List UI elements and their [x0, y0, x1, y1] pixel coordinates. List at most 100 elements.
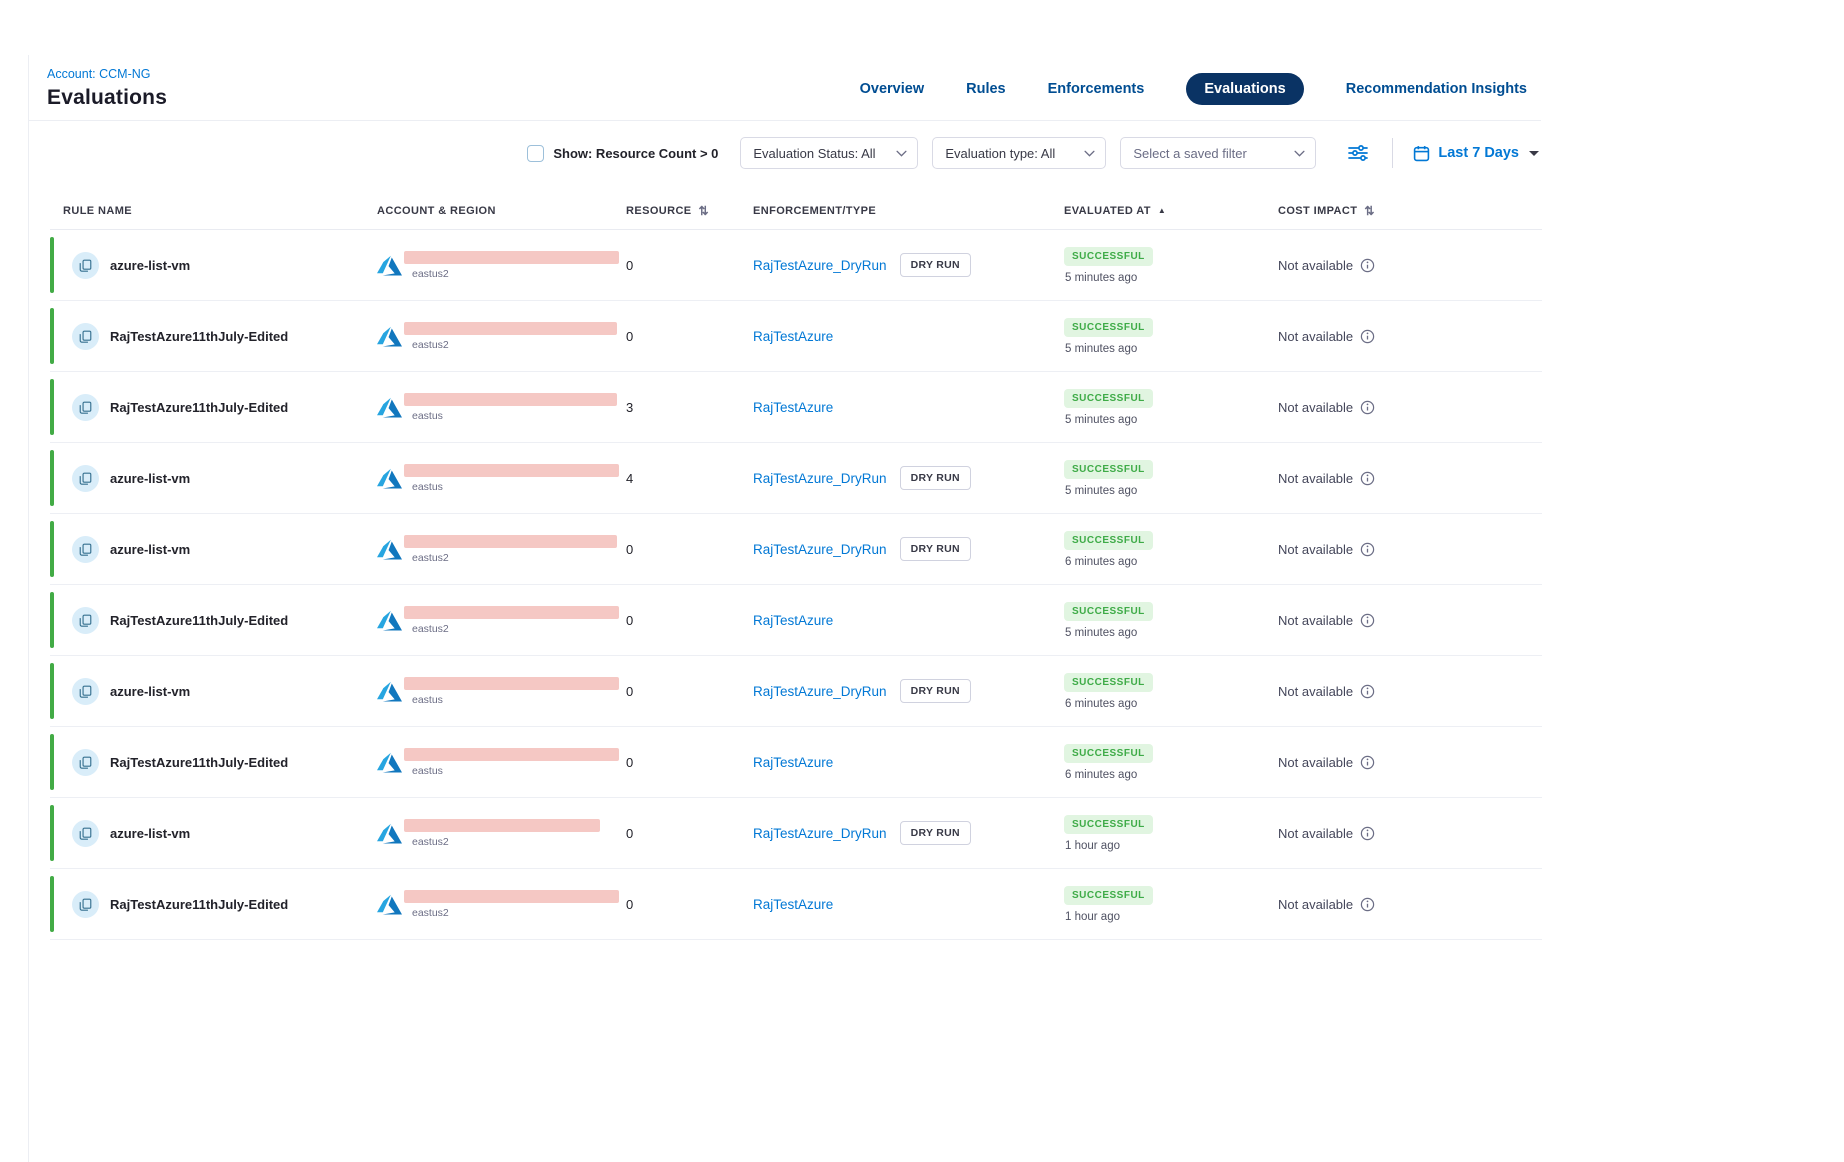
status-badge: SUCCESSFUL	[1064, 602, 1153, 621]
rule-cell: azure-list-vm	[50, 678, 377, 705]
account-region-cell: eastus2	[377, 606, 626, 635]
tab-bar: Overview Rules Enforcements Evaluations Reco…	[860, 73, 1527, 105]
resource-count: 0	[626, 258, 633, 273]
cost-impact-cell: Not available	[1278, 258, 1542, 273]
account-region-cell: eastus	[377, 393, 626, 422]
evaluated-cell: SUCCESSFUL 1 hour ago	[1064, 815, 1278, 852]
evaluated-time: 5 minutes ago	[1064, 272, 1137, 284]
tab-evaluations[interactable]: Evaluations	[1186, 73, 1303, 105]
date-range-picker[interactable]: Last 7 Days	[1413, 145, 1541, 162]
tab-recommendation-insights[interactable]: Recommendation Insights	[1346, 81, 1527, 97]
column-resource[interactable]: RESOURCE⇅	[626, 205, 753, 217]
saved-filter-select[interactable]: Select a saved filter	[1120, 137, 1316, 169]
table-row[interactable]: azure-list-vm eastus2 0 RajTestAzure_Dry…	[50, 514, 1542, 585]
cost-impact: Not available	[1278, 258, 1353, 273]
enforcement-link[interactable]: RajTestAzure_DryRun	[753, 471, 887, 486]
evaluated-time: 6 minutes ago	[1064, 769, 1137, 781]
sort-icon[interactable]: ▲	[1158, 207, 1166, 215]
info-icon[interactable]	[1360, 400, 1375, 415]
account-name-redacted	[404, 535, 617, 548]
account-name-redacted	[404, 251, 619, 264]
filter-settings-button[interactable]	[1344, 141, 1372, 165]
resource-count-checkbox[interactable]	[527, 145, 544, 162]
table-row[interactable]: RajTestAzure11thJuly-Edited eastus2 0 Ra…	[50, 585, 1542, 656]
info-icon[interactable]	[1360, 684, 1375, 699]
info-icon[interactable]	[1360, 258, 1375, 273]
rule-cell: azure-list-vm	[50, 252, 377, 279]
azure-icon	[377, 679, 402, 704]
enforcement-link[interactable]: RajTestAzure	[753, 897, 833, 912]
enforcement-link[interactable]: RajTestAzure	[753, 755, 833, 770]
region-label: eastus2	[412, 623, 619, 635]
region-label: eastus2	[412, 339, 617, 351]
status-accent-bar	[50, 379, 54, 435]
enforcement-link[interactable]: RajTestAzure	[753, 400, 833, 415]
account-breadcrumb[interactable]: Account: CCM-NG	[47, 67, 167, 81]
tab-rules[interactable]: Rules	[966, 81, 1006, 97]
table-row[interactable]: RajTestAzure11thJuly-Edited eastus 3 Raj…	[50, 372, 1542, 443]
chevron-down-icon	[896, 150, 907, 157]
info-icon[interactable]	[1360, 755, 1375, 770]
sort-icon[interactable]: ⇅	[1364, 205, 1374, 217]
rule-cell: RajTestAzure11thJuly-Edited	[50, 607, 377, 634]
account-wrap: eastus2	[404, 251, 619, 280]
info-icon[interactable]	[1360, 826, 1375, 841]
resource-cell: 0	[626, 542, 753, 557]
enforcement-link[interactable]: RajTestAzure_DryRun	[753, 258, 887, 273]
table-row[interactable]: azure-list-vm eastus 4 RajTestAzure_DryR…	[50, 443, 1542, 514]
status-badge: SUCCESSFUL	[1064, 531, 1153, 550]
enforcement-link[interactable]: RajTestAzure_DryRun	[753, 684, 887, 699]
status-accent-bar	[50, 734, 54, 790]
account-wrap: eastus	[404, 393, 617, 422]
status-badge: SUCCESSFUL	[1064, 673, 1153, 692]
enforcement-link[interactable]: RajTestAzure	[753, 329, 833, 344]
rule-cell: RajTestAzure11thJuly-Edited	[50, 749, 377, 776]
column-account-region[interactable]: ACCOUNT & REGION	[377, 205, 626, 217]
column-rule-name[interactable]: RULE NAME	[50, 205, 377, 217]
title-block: Account: CCM-NG Evaluations	[47, 67, 167, 110]
tab-overview[interactable]: Overview	[860, 81, 925, 97]
evaluated-time: 1 hour ago	[1064, 840, 1120, 852]
enforcement-cell: RajTestAzure_DryRun DRY RUN	[753, 821, 1064, 845]
column-enforcement-type[interactable]: ENFORCEMENT/TYPE	[753, 205, 1064, 217]
status-accent-bar	[50, 592, 54, 648]
cost-impact: Not available	[1278, 684, 1353, 699]
enforcement-link[interactable]: RajTestAzure_DryRun	[753, 542, 887, 557]
sort-icon[interactable]: ⇅	[699, 205, 709, 217]
account-name-redacted	[404, 606, 619, 619]
region-label: eastus2	[412, 907, 619, 919]
info-icon[interactable]	[1360, 897, 1375, 912]
account-wrap: eastus2	[404, 890, 619, 919]
table-row[interactable]: azure-list-vm eastus2 0 RajTestAzure_Dry…	[50, 798, 1542, 869]
status-badge: SUCCESSFUL	[1064, 744, 1153, 763]
table-row[interactable]: azure-list-vm eastus2 0 RajTestAzure_Dry…	[50, 230, 1542, 301]
info-icon[interactable]	[1360, 471, 1375, 486]
account-name-redacted	[404, 819, 600, 832]
column-cost-impact[interactable]: COST IMPACT⇅	[1278, 205, 1542, 217]
account-name-redacted	[404, 464, 619, 477]
evaluated-cell: SUCCESSFUL 5 minutes ago	[1064, 460, 1278, 497]
cost-impact: Not available	[1278, 897, 1353, 912]
status-accent-bar	[50, 308, 54, 364]
info-icon[interactable]	[1360, 613, 1375, 628]
evaluations-page: Account: CCM-NG Evaluations Overview Rule…	[0, 0, 1844, 1162]
rule-icon	[72, 607, 99, 634]
table-row[interactable]: RajTestAzure11thJuly-Edited eastus 0 Raj…	[50, 727, 1542, 798]
table-row[interactable]: RajTestAzure11thJuly-Edited eastus2 0 Ra…	[50, 869, 1542, 940]
enforcement-link[interactable]: RajTestAzure_DryRun	[753, 826, 887, 841]
table-row[interactable]: RajTestAzure11thJuly-Edited eastus2 0 Ra…	[50, 301, 1542, 372]
table-row[interactable]: azure-list-vm eastus 0 RajTestAzure_DryR…	[50, 656, 1542, 727]
resource-count-filter[interactable]: Show: Resource Count > 0	[527, 145, 718, 162]
evaluation-status-select[interactable]: Evaluation Status: All	[740, 137, 918, 169]
azure-icon	[377, 750, 402, 775]
info-icon[interactable]	[1360, 329, 1375, 344]
azure-icon	[377, 608, 402, 633]
info-icon[interactable]	[1360, 542, 1375, 557]
rule-icon	[72, 891, 99, 918]
filter-bar: Show: Resource Count > 0 Evaluation Stat…	[29, 137, 1541, 169]
evaluation-type-select[interactable]: Evaluation type: All	[932, 137, 1106, 169]
column-evaluated-at[interactable]: EVALUATED AT▲	[1064, 205, 1278, 217]
enforcement-link[interactable]: RajTestAzure	[753, 613, 833, 628]
dry-run-badge: DRY RUN	[900, 821, 971, 845]
tab-enforcements[interactable]: Enforcements	[1048, 81, 1145, 97]
